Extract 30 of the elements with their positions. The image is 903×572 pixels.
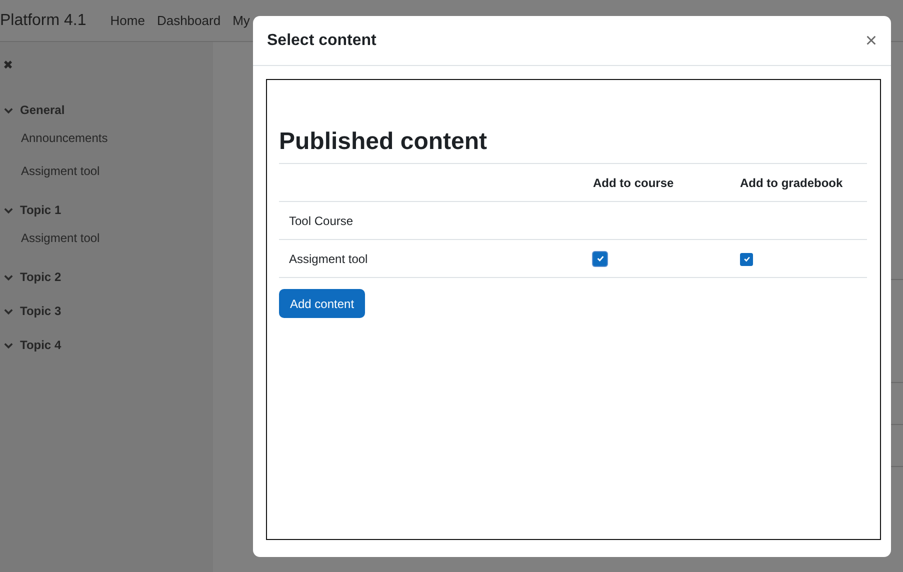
nav-link[interactable]: Home [110, 13, 145, 28]
add-content-button[interactable]: Add content [279, 289, 366, 318]
nav-link[interactable]: My [232, 13, 250, 28]
sidebar-item[interactable]: Assigment tool [0, 222, 100, 255]
nav-link[interactable]: Dashboard [156, 13, 221, 28]
close-drawer-button[interactable]: ✖ [3, 58, 13, 72]
chevron-icon [4, 306, 13, 316]
chevron-icon [4, 340, 13, 350]
sidebar-item[interactable]: Assigment tool [0, 155, 100, 188]
sidebar-item[interactable]: Announcements [0, 122, 108, 155]
check-icon [596, 254, 604, 264]
checkbox[interactable] [593, 252, 607, 266]
chevron-icon [4, 106, 13, 114]
section-toggle[interactable]: Topic 2 [0, 265, 62, 289]
chevron-icon [4, 206, 13, 214]
table-cell: Tool Course [289, 214, 354, 228]
section-toggle[interactable]: Topic 1 [0, 198, 62, 222]
section-toggle[interactable]: Topic 4 [0, 333, 62, 357]
section-toggle[interactable]: Topic 3 [0, 299, 62, 323]
close-button[interactable]: × [865, 30, 877, 50]
chevron-icon [4, 272, 13, 282]
modal-title: Select content [267, 32, 376, 50]
table-cell: Assigment tool [289, 252, 368, 266]
column-header: Add to gradebook [740, 176, 843, 190]
page-heading: Published content [279, 128, 488, 156]
check-icon [742, 255, 750, 264]
checkbox[interactable] [740, 252, 753, 266]
section-toggle[interactable]: General [0, 98, 65, 122]
site-brand[interactable]: Platform 4.1 [0, 12, 86, 30]
column-header: Add to course [593, 176, 674, 190]
